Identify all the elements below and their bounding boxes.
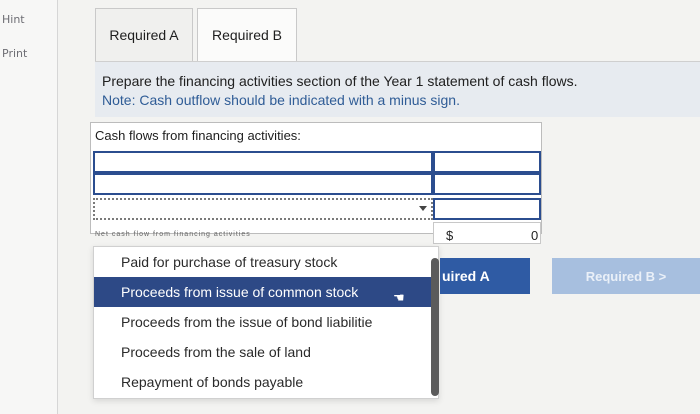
row-2-label-input[interactable] <box>93 173 433 195</box>
dropdown-option[interactable]: Paid for purchase of treasury stock <box>94 247 434 277</box>
row-1-amount-input[interactable] <box>433 151 541 173</box>
dropdown-option[interactable]: Repayment of bonds payable <box>94 367 434 397</box>
chevron-down-icon <box>419 206 427 211</box>
next-button-label: Required B > <box>585 268 667 284</box>
left-rail: Hint Print <box>0 0 58 414</box>
dropdown-option[interactable]: Proceeds from the issue of bond liabilit… <box>94 307 434 337</box>
dropdown-option-selected[interactable]: Proceeds from issue of common stock <box>94 277 434 307</box>
account-dropdown-list: Paid for purchase of treasury stock Proc… <box>93 246 439 399</box>
table-header: Cash flows from financing activities: <box>95 128 301 143</box>
row-3-amount-input[interactable] <box>433 198 541 220</box>
financing-table: Cash flows from financing activities: $ … <box>90 122 542 244</box>
dropdown-option[interactable]: Proceeds from the sale of land <box>94 337 434 367</box>
table-row <box>91 173 541 195</box>
net-value: 0 <box>531 228 539 243</box>
tab-required-b-label: Required B <box>211 27 283 43</box>
instruction-text: Prepare the financing activities section… <box>102 73 578 89</box>
currency-symbol: $ <box>446 228 454 243</box>
tab-required-a-label: Required A <box>109 27 179 43</box>
net-label-obscured: Net cash flow from financing activities <box>95 231 251 238</box>
dropdown-scrollbar[interactable] <box>431 258 439 396</box>
table-row <box>91 198 541 220</box>
row-2-amount-input[interactable] <box>433 173 541 195</box>
row-3-label-select[interactable] <box>93 198 433 220</box>
print-button[interactable]: Print <box>2 47 27 60</box>
table-row <box>91 151 541 173</box>
tab-required-b[interactable]: Required B <box>197 8 297 61</box>
prev-required-a-button[interactable]: uired A <box>440 258 530 294</box>
row-1-label-input[interactable] <box>93 151 433 173</box>
tab-required-a[interactable]: Required A <box>95 8 193 61</box>
hand-cursor-icon: ☚ <box>393 290 405 305</box>
hint-button[interactable]: Hint <box>2 13 25 26</box>
instruction-note: Note: Cash outflow should be indicated w… <box>102 92 460 108</box>
next-required-b-button[interactable]: Required B > <box>552 258 700 294</box>
prev-button-label: uired A <box>442 268 490 284</box>
instruction-panel: Prepare the financing activities section… <box>95 62 700 117</box>
